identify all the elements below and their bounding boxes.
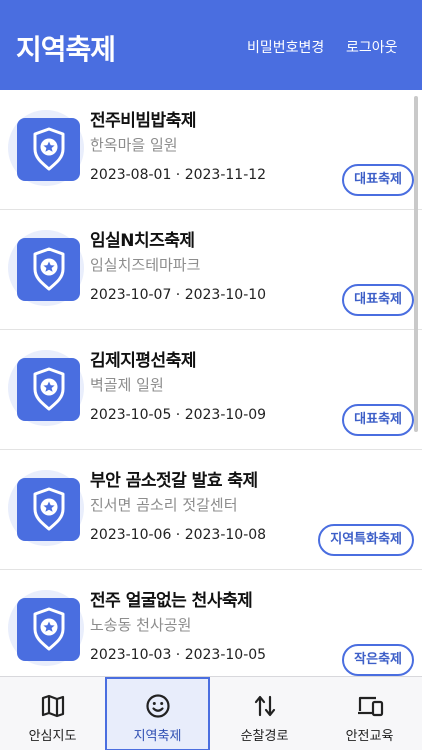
festival-name: 김제지평선축제: [90, 351, 196, 371]
app-screen: 지역축제 비밀번호변경 로그아웃 전주비빔밥축제 한옥마을 일원 2023-08…: [0, 0, 422, 750]
tab-label: 순찰경로: [240, 729, 289, 744]
festival-item[interactable]: 전주비빔밥축제 한옥마을 일원 2023-08-01 · 2023-11-12 …: [0, 90, 422, 210]
festival-place: 한옥마을 일원: [90, 136, 178, 154]
tab-safety-education[interactable]: 안전교육: [317, 677, 422, 750]
location-shield-icon: [17, 358, 80, 421]
bottom-tab-bar: 안심지도 지역축제 순찰경로 안전교육: [0, 676, 422, 750]
festival-category-tag[interactable]: 대표축제: [342, 284, 414, 316]
festival-dates: 2023-10-05 · 2023-10-09: [90, 407, 267, 423]
festival-dates: 2023-10-06 · 2023-10-08: [90, 527, 267, 543]
festival-place: 노송동 천사공원: [90, 616, 192, 634]
smile-icon: [145, 693, 171, 723]
festival-category-tag[interactable]: 작은축제: [342, 644, 414, 676]
festival-name: 전주 얼굴없는 천사축제: [90, 591, 253, 611]
festival-place: 진서면 곰소리 젓갈센터: [90, 496, 238, 514]
list-scrollbar[interactable]: [414, 96, 418, 432]
location-shield-icon: [17, 118, 80, 181]
tab-label: 지역축제: [133, 729, 182, 744]
festival-category-tag[interactable]: 대표축제: [342, 164, 414, 196]
festival-item[interactable]: 전주 얼굴없는 천사축제 노송동 천사공원 2023-10-03 · 2023-…: [0, 570, 422, 676]
festival-name: 전주비빔밥축제: [90, 111, 196, 131]
swap-arrows-icon: [252, 693, 278, 723]
festival-list[interactable]: 전주비빔밥축제 한옥마을 일원 2023-08-01 · 2023-11-12 …: [0, 90, 422, 676]
map-icon: [40, 693, 66, 723]
location-shield-icon: [17, 238, 80, 301]
festival-dates: 2023-08-01 · 2023-11-12: [90, 167, 267, 183]
festival-name: 임실N치즈축제: [90, 231, 195, 251]
festival-dates: 2023-10-03 · 2023-10-05: [90, 647, 267, 663]
festival-dates: 2023-10-07 · 2023-10-10: [90, 287, 267, 303]
logout-link[interactable]: 로그아웃: [346, 37, 398, 57]
festival-place: 벽골제 일원: [90, 376, 164, 394]
top-header: 지역축제 비밀번호변경 로그아웃: [0, 0, 422, 90]
festival-item[interactable]: 임실N치즈축제 임실치즈테마파크 2023-10-07 · 2023-10-10…: [0, 210, 422, 330]
tab-label: 안전교육: [345, 729, 394, 744]
tab-patrol-route[interactable]: 순찰경로: [212, 677, 317, 750]
festival-item[interactable]: 부안 곰소젓갈 발효 축제 진서면 곰소리 젓갈센터 2023-10-06 · …: [0, 450, 422, 570]
tab-safe-map[interactable]: 안심지도: [0, 677, 105, 750]
tab-label: 안심지도: [28, 729, 77, 744]
tab-local-festival[interactable]: 지역축제: [105, 677, 210, 750]
festival-category-tag[interactable]: 지역특화축제: [318, 524, 414, 556]
location-shield-icon: [17, 598, 80, 661]
devices-icon: [357, 693, 385, 723]
festival-name: 부안 곰소젓갈 발효 축제: [90, 471, 258, 491]
festival-item[interactable]: 김제지평선축제 벽골제 일원 2023-10-05 · 2023-10-09 대…: [0, 330, 422, 450]
festival-category-tag[interactable]: 대표축제: [342, 404, 414, 436]
location-shield-icon: [17, 478, 80, 541]
festival-place: 임실치즈테마파크: [90, 256, 201, 274]
change-password-link[interactable]: 비밀번호변경: [247, 37, 324, 57]
page-title: 지역축제: [16, 33, 116, 66]
